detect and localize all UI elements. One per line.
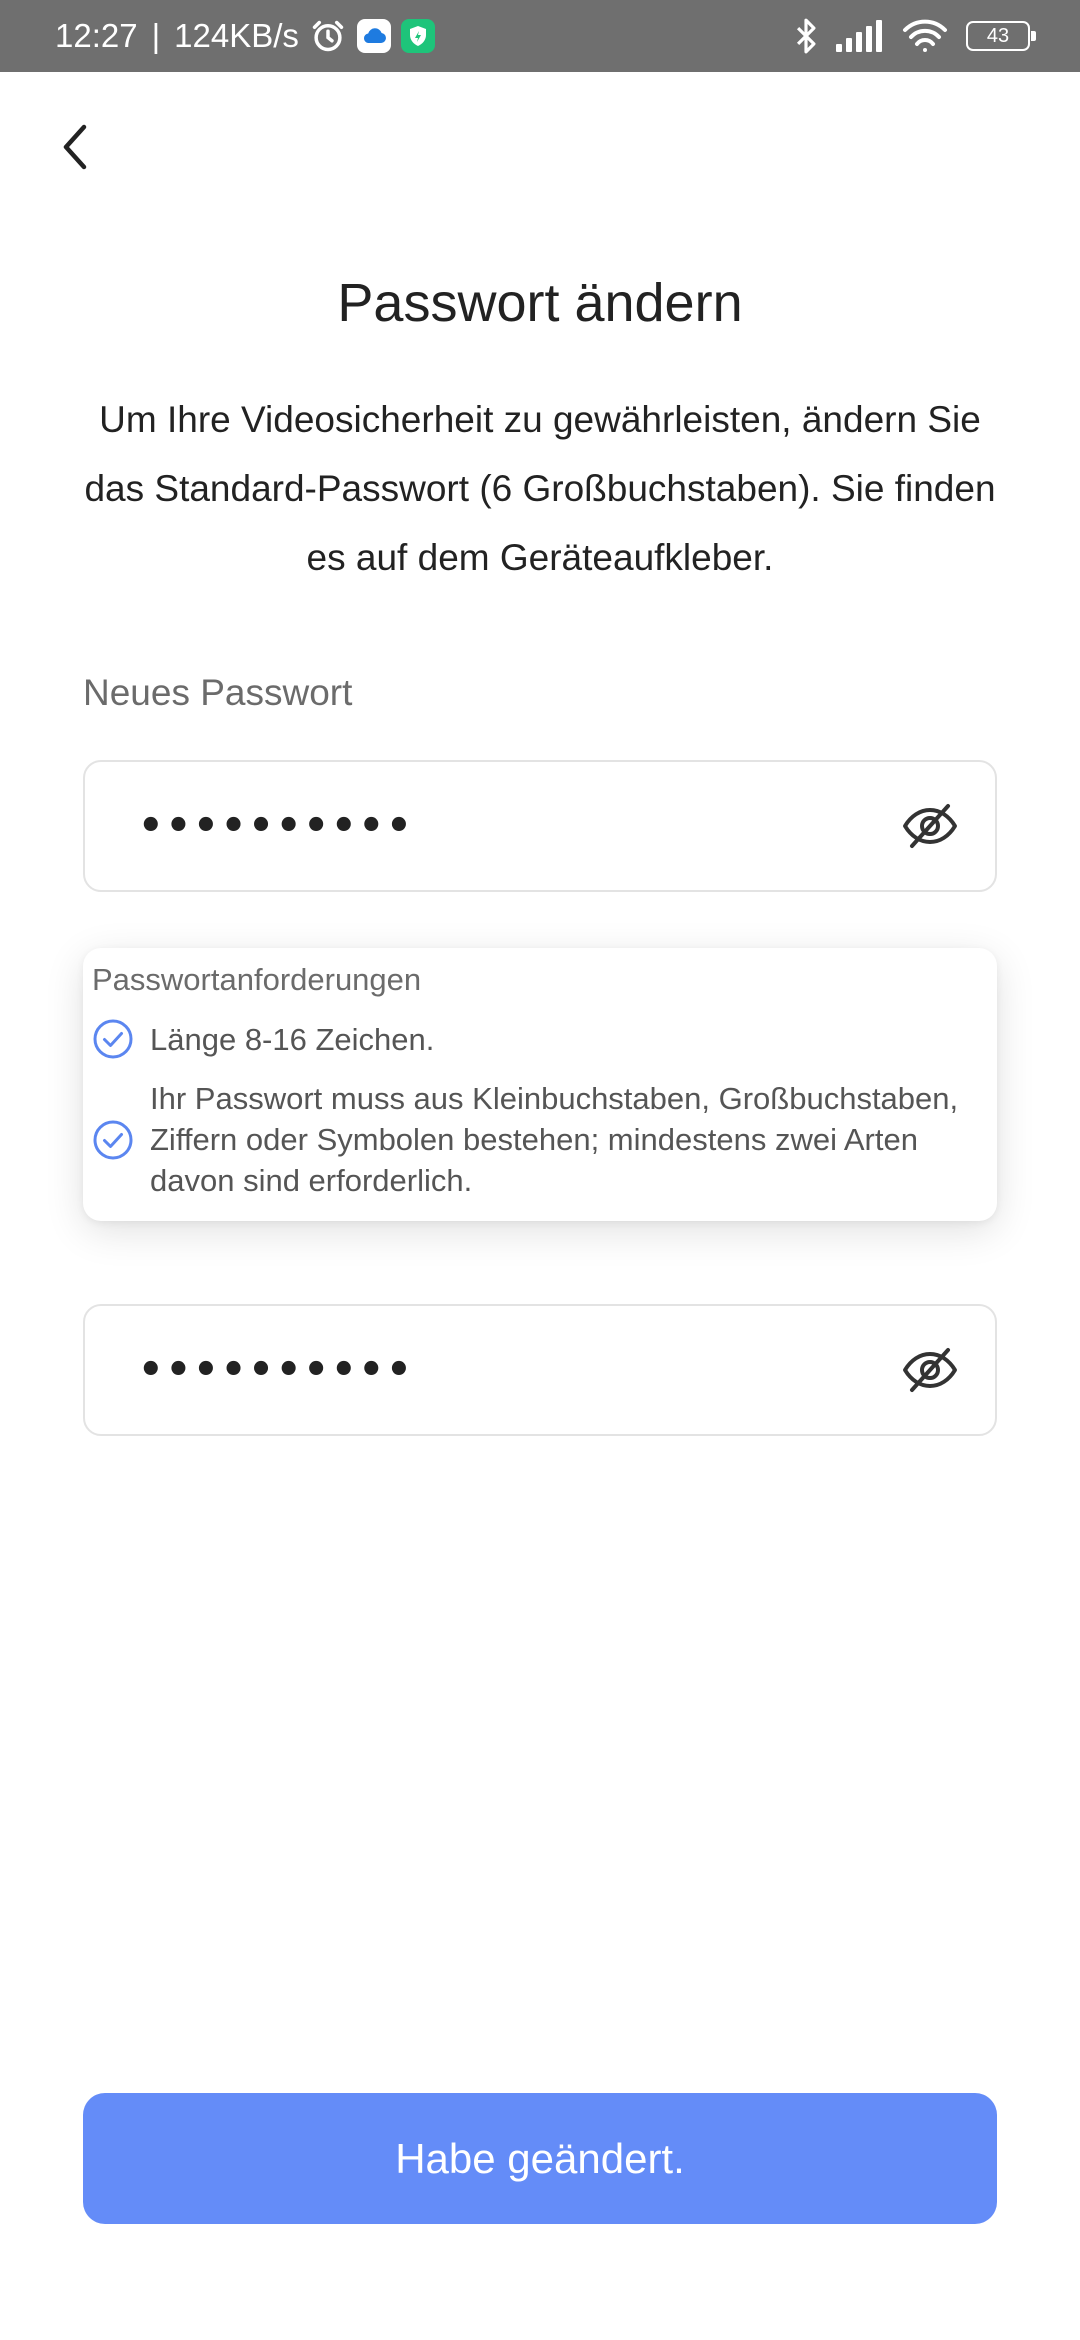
new-password-label: Neues Passwort xyxy=(83,672,353,713)
status-right: 43 xyxy=(794,17,1036,55)
signal-icon xyxy=(836,20,884,52)
alarm-icon xyxy=(309,17,347,55)
requirement-item: Ihr Passwort muss aus Kleinbuchstaben, G… xyxy=(92,1078,987,1201)
check-circle-icon xyxy=(92,1018,134,1060)
battery-icon: 43 xyxy=(966,21,1036,51)
bluetooth-icon xyxy=(794,17,818,55)
confirm-password-input[interactable] xyxy=(138,1347,895,1393)
new-password-input[interactable] xyxy=(138,803,895,849)
new-password-field[interactable] xyxy=(83,760,997,892)
requirement-text: Länge 8-16 Zeichen. xyxy=(150,1021,435,1057)
chevron-left-icon xyxy=(60,123,90,176)
back-button[interactable] xyxy=(40,112,110,187)
page-title: Passwort ändern xyxy=(337,273,743,333)
submit-button[interactable]: Habe geändert. xyxy=(83,2093,997,2224)
wifi-icon xyxy=(902,19,948,53)
cloud-app-icon xyxy=(356,19,391,53)
battery-level: 43 xyxy=(986,24,1010,47)
eye-off-icon[interactable] xyxy=(895,791,965,861)
status-bar: 12:27 | 124KB/s 43 xyxy=(0,0,1080,72)
network-speed: 124KB/s xyxy=(174,17,299,54)
check-circle-icon xyxy=(92,1119,134,1161)
shield-app-icon xyxy=(400,19,435,53)
eye-off-icon[interactable] xyxy=(895,1335,965,1405)
page-description: Um Ihre Videosicherheit zu gewährleisten… xyxy=(84,399,996,578)
password-requirements-popup: Passwortanforderungen Länge 8-16 Zeichen… xyxy=(83,948,997,1221)
requirement-item: Länge 8-16 Zeichen. xyxy=(92,1018,987,1060)
confirm-password-field[interactable] xyxy=(83,1304,997,1436)
status-time: 12:27 xyxy=(55,17,138,54)
status-left: 12:27 | 124KB/s xyxy=(55,17,435,55)
change-password-screen: 12:27 | 124KB/s 43 Passwort ändern Um Ih… xyxy=(0,0,1080,2340)
status-separator: | xyxy=(151,17,161,54)
requirements-title: Passwortanforderungen xyxy=(92,962,422,997)
requirement-text: Ihr Passwort muss aus Kleinbuchstaben, G… xyxy=(150,1081,959,1198)
